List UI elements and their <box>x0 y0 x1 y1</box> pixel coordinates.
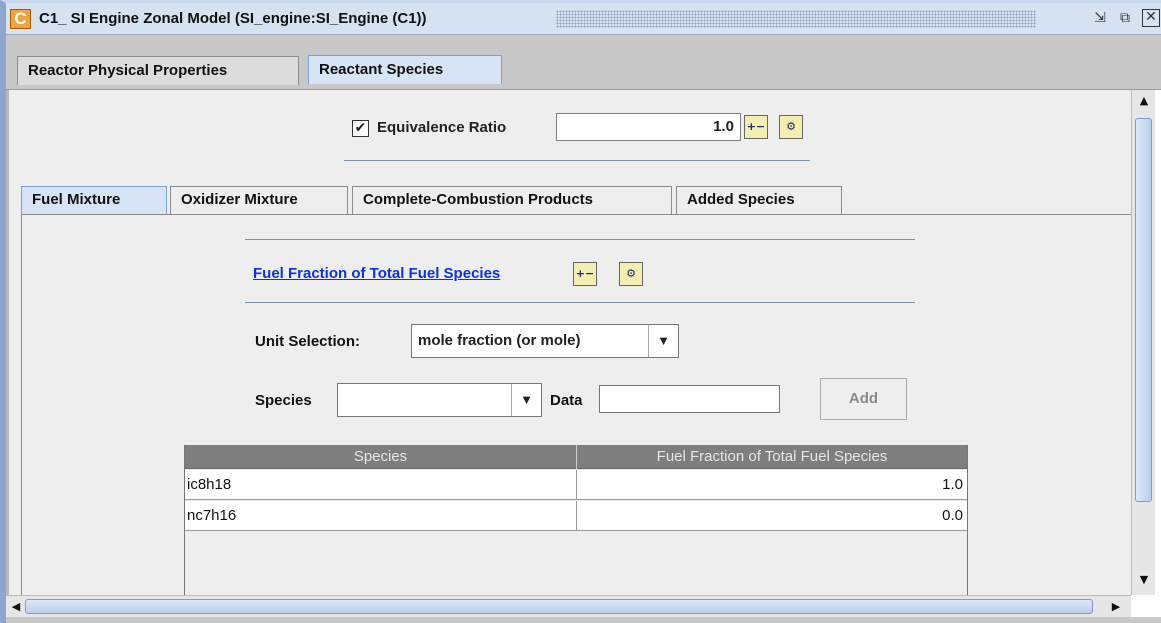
scroll-up-icon[interactable]: ▲ <box>1134 94 1154 107</box>
species-dropdown[interactable]: ▼ <box>337 383 542 417</box>
maximize-icon[interactable]: ⧉ <box>1116 9 1134 27</box>
cell-species[interactable]: nc7h16 <box>185 501 577 530</box>
cell-fuel-fraction[interactable]: 1.0 <box>577 470 967 499</box>
equivalence-checkbox[interactable]: ✔ <box>352 120 369 137</box>
tab-reactant-species[interactable]: Reactant Species <box>308 55 502 84</box>
unit-selection-label: Unit Selection: <box>255 333 361 350</box>
app-icon: C <box>10 9 31 29</box>
tab-added-species[interactable]: Added Species <box>676 186 842 214</box>
scroll-down-icon[interactable]: ▼ <box>1134 573 1154 586</box>
tab-reactor-physical-properties[interactable]: Reactor Physical Properties <box>17 56 299 85</box>
divider <box>344 160 810 161</box>
title-bar-grip <box>556 10 1036 28</box>
fuel-fraction-link[interactable]: Fuel Fraction of Total Fuel Species <box>253 265 500 282</box>
vertical-scroll-thumb[interactable] <box>1135 118 1152 502</box>
species-label: Species <box>255 392 312 409</box>
cell-species[interactable]: ic8h18 <box>185 470 577 499</box>
chevron-down-icon[interactable]: ▼ <box>648 325 678 357</box>
top-tab-strip: Reactor Physical Properties Reactant Spe… <box>6 35 1161 90</box>
close-icon[interactable]: ✕ <box>1142 9 1160 27</box>
equivalence-label: Equivalence Ratio <box>377 119 507 136</box>
parameter-study-icon[interactable]: ⚙ <box>779 115 803 139</box>
column-header-species[interactable]: Species <box>185 445 577 469</box>
column-header-fuel-fraction[interactable]: Fuel Fraction of Total Fuel Species <box>577 445 967 469</box>
title-bar[interactable]: C C1_ SI Engine Zonal Model (SI_engine:S… <box>6 3 1161 35</box>
divider <box>245 302 915 303</box>
data-input[interactable] <box>599 385 780 413</box>
table-row[interactable]: nc7h16 0.0 <box>185 501 967 531</box>
chevron-down-icon[interactable]: ▼ <box>511 384 541 416</box>
vertical-scrollbar[interactable]: ▲ ▼ <box>1131 90 1155 595</box>
table-row[interactable]: ic8h18 1.0 <box>185 470 967 500</box>
divider <box>245 239 915 240</box>
unit-selection-dropdown[interactable]: mole fraction (or mole) ▼ <box>411 324 679 358</box>
tab-complete-combustion-products[interactable]: Complete-Combustion Products <box>352 186 672 214</box>
tab-fuel-mixture[interactable]: Fuel Mixture <box>21 186 167 214</box>
scroll-left-icon[interactable]: ◀ <box>6 600 26 613</box>
tab-oxidizer-mixture[interactable]: Oxidizer Mixture <box>170 186 348 214</box>
table-header: Species Fuel Fraction of Total Fuel Spec… <box>185 445 967 469</box>
parameter-study-icon[interactable]: ⚙ <box>619 262 643 286</box>
add-button[interactable]: Add <box>820 378 907 420</box>
expand-collapse-icon[interactable]: +− <box>744 115 768 139</box>
data-label: Data <box>550 392 583 409</box>
scroll-right-icon[interactable]: ▶ <box>1106 600 1126 613</box>
bottom-border <box>6 617 1161 623</box>
equivalence-ratio-field[interactable]: 1.0 <box>556 113 741 141</box>
cell-fuel-fraction[interactable]: 0.0 <box>577 501 967 530</box>
species-table: Species Fuel Fraction of Total Fuel Spec… <box>184 445 968 595</box>
expand-collapse-icon[interactable]: +− <box>573 262 597 286</box>
unit-selection-value: mole fraction (or mole) <box>418 332 581 349</box>
horizontal-scroll-thumb[interactable] <box>25 599 1093 614</box>
horizontal-scrollbar[interactable]: ◀ ▶ <box>6 595 1131 617</box>
window-title: C1_ SI Engine Zonal Model (SI_engine:SI_… <box>39 10 427 27</box>
minimize-icon[interactable]: ⇲ <box>1091 9 1109 27</box>
